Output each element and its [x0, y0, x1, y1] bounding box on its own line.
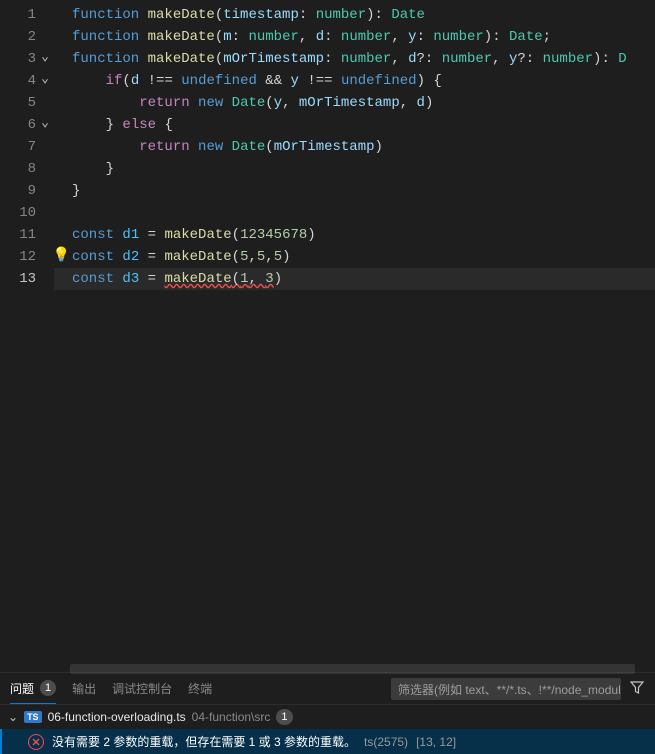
lightbulb-icon[interactable]: 💡 [53, 249, 70, 263]
tab-terminal[interactable]: 终端 [188, 673, 212, 704]
problem-file-name: 06-function-overloading.ts [48, 710, 186, 724]
code-line[interactable]: function makeDate(m: number, d: number, … [54, 26, 655, 48]
code-area[interactable]: function makeDate(timestamp: number): Da… [54, 4, 655, 672]
line-number: 5 [0, 92, 54, 114]
line-number: 13 [0, 268, 54, 290]
problems-filter-input[interactable]: 筛选器(例如 text、**/*.ts、!**/node_modules/**) [391, 678, 621, 700]
code-line[interactable]: function makeDate(mOrTimestamp: number, … [54, 48, 655, 70]
problems-file-header[interactable]: ⌄ TS 06-function-overloading.ts 04-funct… [0, 705, 655, 729]
chevron-down-icon: ⌄ [8, 710, 18, 724]
gutter: 123⌄4⌄56⌄789101112💡13 [0, 4, 54, 672]
error-icon [28, 734, 44, 750]
line-number: 8 [0, 158, 54, 180]
fold-icon[interactable]: ⌄ [38, 116, 52, 130]
problem-code: ts(2575) [364, 735, 408, 749]
line-number: 2 [0, 26, 54, 48]
tab-output[interactable]: 输出 [72, 673, 96, 704]
line-number: 3⌄ [0, 48, 54, 70]
tab-debug-label: 调试控制台 [112, 680, 172, 697]
code-line[interactable]: } else { [54, 114, 655, 136]
code-line[interactable]: const d3 = makeDate(1, 3) [54, 268, 655, 290]
problems-panel: 问题 1 输出 调试控制台 终端 筛选器(例如 text、**/*.ts、!**… [0, 672, 655, 754]
code-line[interactable]: return new Date(y, mOrTimestamp, d) [54, 92, 655, 114]
line-number: 6⌄ [0, 114, 54, 136]
line-number: 7 [0, 136, 54, 158]
code-editor[interactable]: 123⌄4⌄56⌄789101112💡13 function makeDate(… [0, 0, 655, 672]
panel-tabs: 问题 1 输出 调试控制台 终端 筛选器(例如 text、**/*.ts、!**… [0, 673, 655, 705]
tab-debug-console[interactable]: 调试控制台 [112, 673, 172, 704]
tab-output-label: 输出 [72, 680, 96, 697]
problem-message: 没有需要 2 参数的重载，但存在需要 1 或 3 参数的重载。 [52, 733, 356, 750]
problem-file-path: 04-function\src [192, 710, 271, 724]
line-number: 12💡 [0, 246, 54, 268]
fold-icon[interactable]: ⌄ [38, 50, 52, 64]
ts-file-icon: TS [24, 711, 42, 723]
problem-location: [13, 12] [416, 735, 456, 749]
line-number: 1 [0, 4, 54, 26]
horizontal-scrollbar[interactable] [70, 664, 635, 674]
code-line[interactable]: const d2 = makeDate(5,5,5) [54, 246, 655, 268]
line-number: 4⌄ [0, 70, 54, 92]
line-number: 11 [0, 224, 54, 246]
line-number: 9 [0, 180, 54, 202]
tab-problems[interactable]: 问题 1 [10, 673, 56, 704]
code-line[interactable]: } [54, 180, 655, 202]
fold-icon[interactable]: ⌄ [38, 72, 52, 86]
file-problem-count: 1 [276, 709, 292, 725]
code-line[interactable]: } [54, 158, 655, 180]
code-line[interactable]: if(d !== undefined && y !== undefined) { [54, 70, 655, 92]
tab-terminal-label: 终端 [188, 680, 212, 697]
code-line[interactable]: const d1 = makeDate(12345678) [54, 224, 655, 246]
problems-count-badge: 1 [40, 680, 56, 696]
code-line[interactable]: return new Date(mOrTimestamp) [54, 136, 655, 158]
code-line[interactable]: function makeDate(timestamp: number): Da… [54, 4, 655, 26]
tab-problems-label: 问题 [10, 680, 34, 697]
problem-item[interactable]: 没有需要 2 参数的重载，但存在需要 1 或 3 参数的重载。 ts(2575)… [0, 729, 655, 754]
line-number: 10 [0, 202, 54, 224]
code-line[interactable] [54, 202, 655, 224]
filter-icon[interactable] [629, 679, 645, 698]
